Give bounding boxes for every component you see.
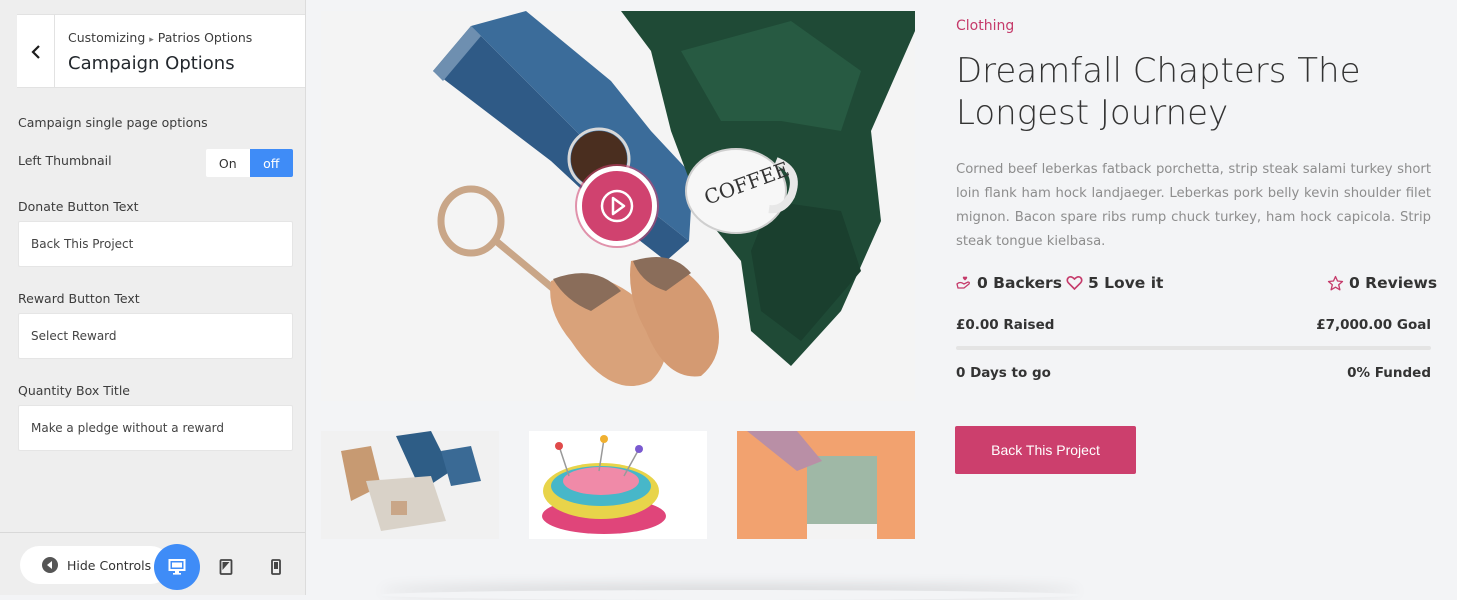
video-play-button[interactable] — [577, 166, 657, 246]
toggle-on-option[interactable]: On — [206, 149, 250, 177]
gallery-thumbnail-3[interactable] — [737, 431, 915, 539]
gallery-thumbnail-2[interactable] — [529, 431, 707, 539]
collapse-arrow-icon — [42, 557, 58, 573]
quantity-box-label: Quantity Box Title — [18, 383, 130, 398]
preview-mobile-button[interactable] — [253, 544, 299, 590]
left-thumbnail-toggle[interactable]: On off — [206, 149, 293, 177]
back-button[interactable] — [17, 15, 55, 88]
hide-controls-label: Hide Controls — [67, 557, 152, 573]
customizer-sidebar: Customizing ▸ Patrios Options Campaign Opt… — [0, 0, 306, 595]
star-icon — [1327, 275, 1344, 290]
love-count: 5 Love it — [1088, 274, 1164, 292]
customizer-footer: Hide Controls — [0, 532, 305, 595]
campaign-title: Dreamfall Chapters The Longest Journey — [956, 51, 1361, 133]
donate-button-text-input[interactable]: Back This Project — [18, 221, 293, 267]
breadcrumb-root: Customizing — [68, 30, 146, 45]
left-thumbnail-label: Left Thumbnail — [18, 153, 112, 168]
days-to-go: 0 Days to go — [956, 365, 1051, 381]
goal-amount: £7,000.00 Goal — [1316, 317, 1431, 333]
desktop-icon — [168, 559, 186, 575]
toggle-off-option[interactable]: off — [249, 149, 293, 177]
section-divider-shadow — [380, 590, 1080, 600]
backers-stat: 0 Backers — [955, 274, 1062, 292]
funded-percent: 0% Funded — [1347, 365, 1431, 381]
donate-button-label: Donate Button Text — [18, 199, 139, 214]
play-icon — [600, 189, 634, 223]
heart-icon — [1066, 275, 1083, 291]
breadcrumb-parent: Patrios Options — [157, 30, 253, 45]
pincushion-thumbnail-image — [529, 431, 707, 539]
preview-desktop-button[interactable] — [154, 544, 200, 590]
customizer-header: Customizing ▸ Patrios Options Campaign Opt… — [17, 14, 305, 88]
preview-tablet-button[interactable] — [203, 544, 249, 590]
group-label: Campaign single page options — [18, 115, 208, 130]
breadcrumb: Customizing ▸ Patrios Options — [68, 30, 252, 45]
mobile-icon — [271, 559, 281, 575]
section-title: Campaign Options — [68, 53, 235, 74]
reward-button-text-input[interactable]: Select Reward — [18, 313, 293, 359]
reviews-stat: 0 Reviews — [1327, 274, 1437, 292]
beads-thumbnail-image — [737, 431, 915, 539]
love-stat[interactable]: 5 Love it — [1066, 274, 1163, 292]
reviews-count: 0 Reviews — [1349, 274, 1438, 292]
gallery-thumbnail-1[interactable] — [321, 431, 499, 539]
hide-controls-button[interactable]: Hide Controls — [20, 546, 170, 584]
tablet-icon — [219, 559, 233, 575]
campaign-category-link[interactable]: Clothing — [956, 18, 1014, 34]
chevron-left-icon — [30, 44, 40, 59]
reward-button-label: Reward Button Text — [18, 291, 140, 306]
back-this-project-button[interactable]: Back This Project — [955, 426, 1136, 474]
funding-progress-bar — [956, 346, 1431, 350]
raised-amount: £0.00 Raised — [956, 317, 1055, 333]
hand-heart-icon — [956, 276, 970, 289]
quantity-box-title-input[interactable]: Make a pledge without a reward — [18, 405, 293, 451]
breadcrumb-separator: ▸ — [149, 35, 154, 45]
campaign-description: Corned beef leberkas fatback porchetta, … — [956, 162, 1431, 249]
clothing-thumbnail-image — [321, 431, 499, 539]
backers-count: 0 Backers — [977, 274, 1062, 292]
